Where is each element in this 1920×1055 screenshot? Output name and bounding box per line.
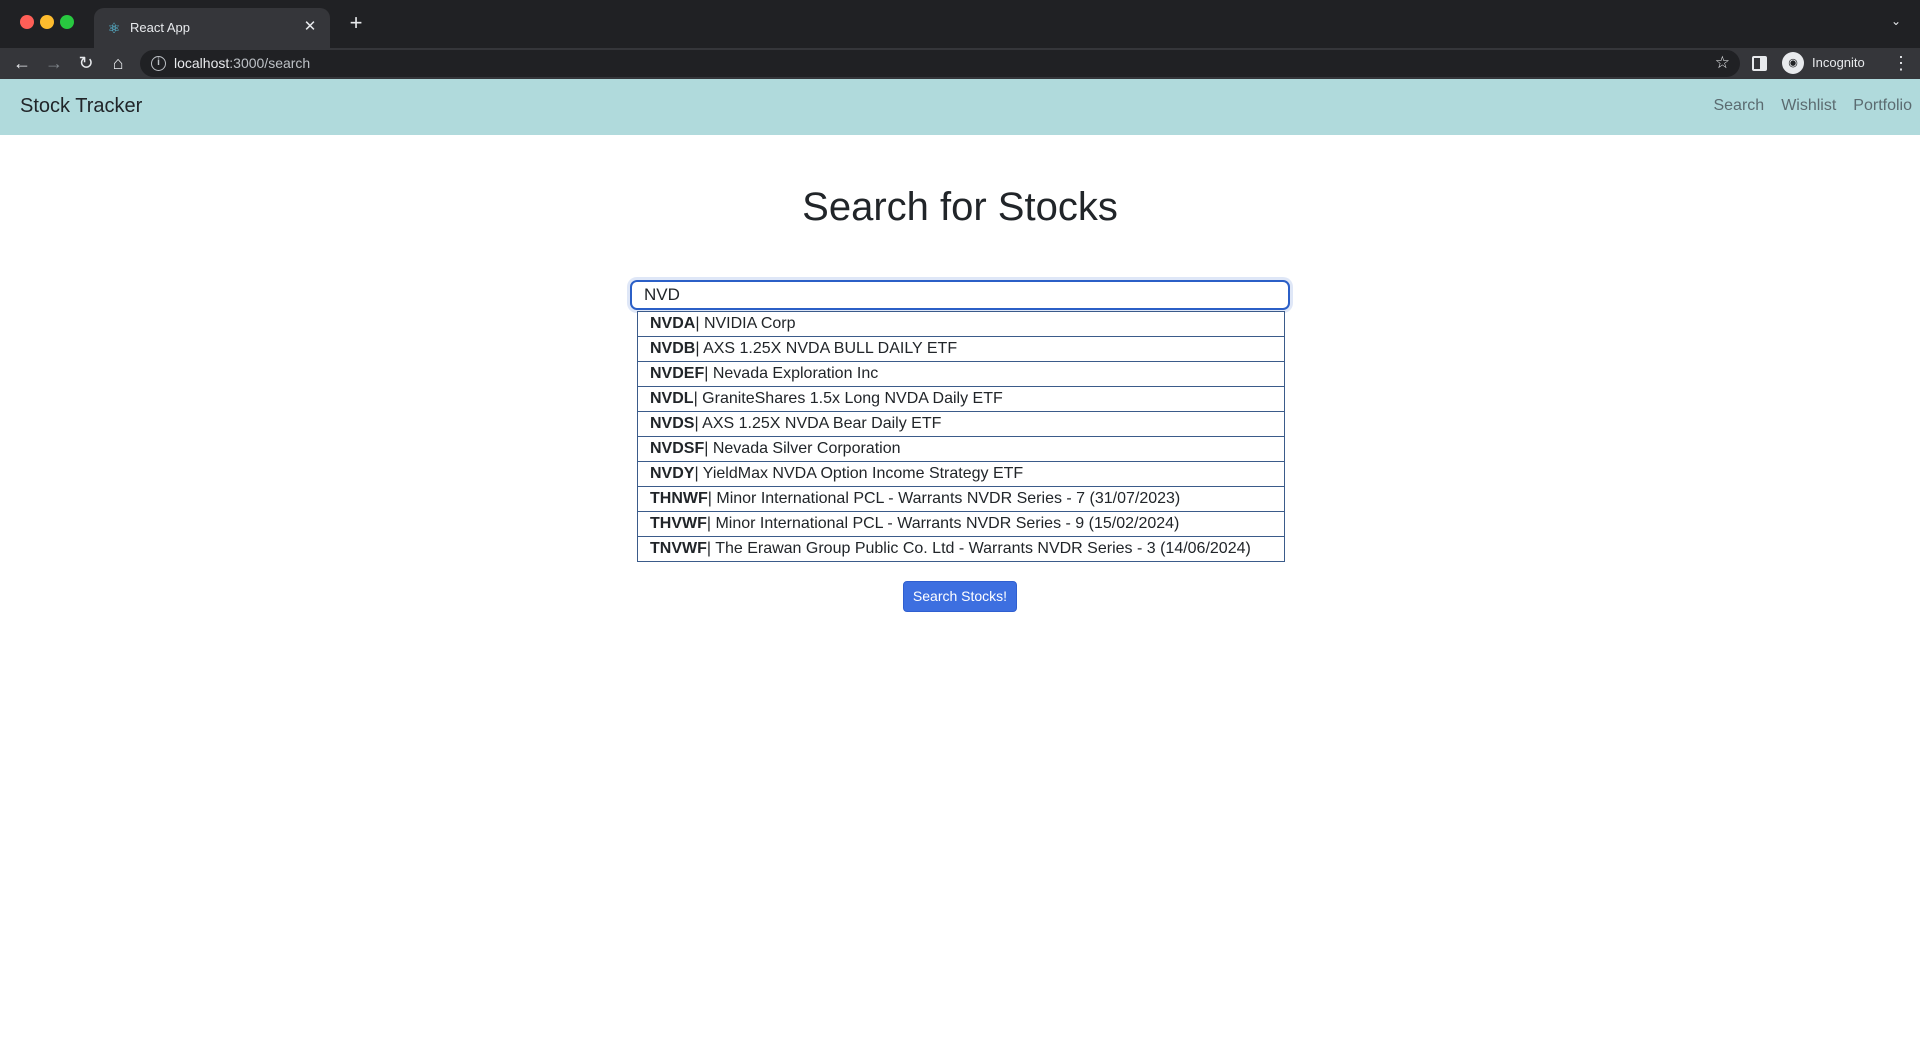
suggestion-symbol: THVWF <box>650 515 707 532</box>
suggestion-name: | YieldMax NVDA Option Income Strategy E… <box>694 465 1024 482</box>
search-stocks-button[interactable]: Search Stocks! <box>903 581 1017 612</box>
suggestion-symbol: NVDY <box>650 465 695 482</box>
suggestion-name: | Nevada Exploration Inc <box>704 365 879 382</box>
suggestion-item[interactable]: NVDS| AXS 1.25X NVDA Bear Daily ETF <box>638 412 1284 437</box>
suggestion-item[interactable]: NVDEF| Nevada Exploration Inc <box>638 362 1284 387</box>
side-panel-icon[interactable] <box>1752 56 1767 71</box>
nav-links: Search Wishlist Portfolio <box>1713 97 1912 115</box>
forward-icon[interactable]: → <box>42 51 66 75</box>
suggestion-name: | Minor International PCL - Warrants NVD… <box>707 490 1181 507</box>
suggestion-name: | The Erawan Group Public Co. Ltd - Warr… <box>706 540 1251 557</box>
browser-tab[interactable]: ⚛ React App ✕ <box>94 8 330 48</box>
suggestion-item[interactable]: NVDSF| Nevada Silver Corporation <box>638 437 1284 462</box>
maximize-window-button[interactable] <box>60 15 74 29</box>
home-icon[interactable]: ⌂ <box>106 51 130 75</box>
suggestion-name: | AXS 1.25X NVDA Bear Daily ETF <box>694 415 942 432</box>
suggestion-symbol: NVDS <box>650 415 695 432</box>
url-text: localhost:3000/search <box>174 55 310 71</box>
suggestion-name: | NVIDIA Corp <box>695 315 796 332</box>
suggestion-symbol: NVDEF <box>650 365 705 382</box>
incognito-label: Incognito <box>1812 55 1865 70</box>
brand[interactable]: Stock Tracker <box>20 95 142 118</box>
suggestion-symbol: NVDB <box>650 340 696 357</box>
suggestion-symbol: THNWF <box>650 490 708 507</box>
back-icon[interactable]: ← <box>10 51 34 75</box>
suggestion-list: NVDA| NVIDIA Corp NVDB| AXS 1.25X NVDA BU… <box>637 311 1285 562</box>
suggestion-symbol: NVDL <box>650 390 694 407</box>
incognito-profile[interactable]: ◉ Incognito <box>1780 50 1880 76</box>
minimize-window-button[interactable] <box>40 15 54 29</box>
close-window-button[interactable] <box>20 15 34 29</box>
suggestion-item[interactable]: NVDL| GraniteShares 1.5x Long NVDA Daily… <box>638 387 1284 412</box>
site-info-icon[interactable]: i <box>151 56 166 71</box>
suggestion-item[interactable]: NVDB| AXS 1.25X NVDA BULL DAILY ETF <box>638 337 1284 362</box>
suggestion-symbol: NVDA <box>650 315 696 332</box>
nav-link-search[interactable]: Search <box>1713 97 1764 115</box>
suggestion-item[interactable]: TNVWF| The Erawan Group Public Co. Ltd -… <box>638 537 1284 562</box>
suggestion-name: | Nevada Silver Corporation <box>704 440 901 457</box>
suggestion-item[interactable]: NVDA| NVIDIA Corp <box>638 312 1284 337</box>
suggestion-name: | AXS 1.25X NVDA BULL DAILY ETF <box>695 340 958 357</box>
app-navbar: Stock Tracker Search Wishlist Portfolio <box>0 79 1920 135</box>
suggestion-symbol: TNVWF <box>650 540 707 557</box>
page-title: Search for Stocks <box>802 185 1118 229</box>
tab-search-chevron-icon[interactable]: ⌄ <box>1886 14 1906 34</box>
browser-toolbar: ← → ↻ ⌂ i localhost:3000/search ☆ ◉ Inco… <box>0 48 1920 79</box>
browser-tabstrip: ⚛ React App ✕ + ⌄ <box>0 0 1920 48</box>
suggestion-name: | Minor International PCL - Warrants NVD… <box>706 515 1180 532</box>
stock-search-input[interactable] <box>630 280 1290 310</box>
url-path: :3000/search <box>229 55 311 71</box>
address-bar[interactable]: i localhost:3000/search ☆ <box>140 50 1740 77</box>
close-tab-icon[interactable]: ✕ <box>300 17 320 37</box>
suggestion-item[interactable]: NVDY| YieldMax NVDA Option Income Strate… <box>638 462 1284 487</box>
suggestion-item[interactable]: THNWF| Minor International PCL - Warrant… <box>638 487 1284 512</box>
reload-icon[interactable]: ↻ <box>74 51 98 75</box>
suggestion-item[interactable]: THVWF| Minor International PCL - Warrant… <box>638 512 1284 537</box>
nav-link-portfolio[interactable]: Portfolio <box>1853 97 1912 115</box>
suggestion-symbol: NVDSF <box>650 440 705 457</box>
tab-title: React App <box>130 20 190 35</box>
incognito-icon: ◉ <box>1782 52 1804 74</box>
suggestion-name: | GraniteShares 1.5x Long NVDA Daily ETF <box>693 390 1003 407</box>
bookmark-star-icon[interactable]: ☆ <box>1715 53 1730 73</box>
page: Stock Tracker Search Wishlist Portfolio … <box>0 79 1920 1055</box>
browser-menu-icon[interactable]: ⋮ <box>1892 52 1910 74</box>
new-tab-icon[interactable]: + <box>344 12 368 36</box>
nav-link-wishlist[interactable]: Wishlist <box>1781 97 1836 115</box>
react-icon: ⚛ <box>107 20 121 36</box>
url-host: localhost <box>174 55 230 71</box>
